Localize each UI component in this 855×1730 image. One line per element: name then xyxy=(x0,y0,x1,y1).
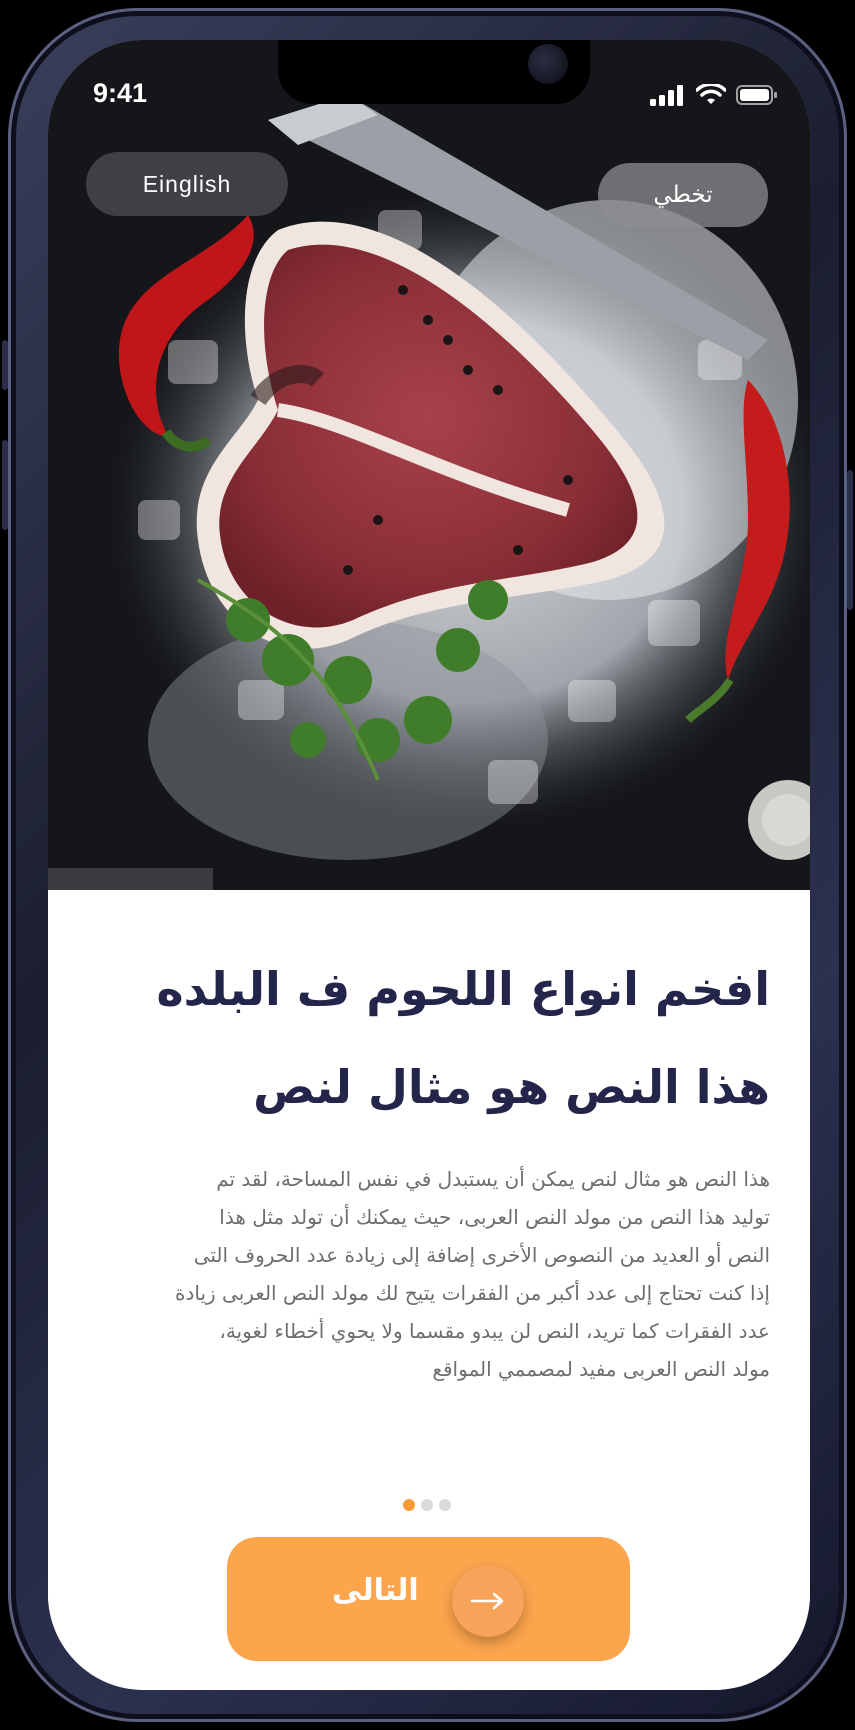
title-line-2: هذا النص هو مثال لنص xyxy=(253,1060,770,1114)
description-line: النص أو العديد من النصوص الأخرى إضافة إل… xyxy=(193,1243,770,1267)
next-button-label: التالى xyxy=(332,1573,419,1608)
front-camera-icon xyxy=(528,44,568,84)
phone-screen: 9:41 Einglish تخطي افخم انواع اللحوم ف ا… xyxy=(48,40,810,1690)
phone-device: 9:41 Einglish تخطي افخم انواع اللحوم ف ا… xyxy=(0,0,855,1730)
description-line: عدد الفقرات كما تريد، النص لن يبدو مقسما… xyxy=(219,1319,770,1343)
battery-icon xyxy=(736,85,777,105)
description-line: هذا النص هو مثال لنص يمكن أن يستبدل في ن… xyxy=(216,1167,770,1191)
next-arrow-button[interactable] xyxy=(452,1565,524,1637)
onboarding-title: افخم انواع اللحوم ف البلده هذا النص هو م… xyxy=(90,940,770,1136)
wifi-icon xyxy=(696,84,726,104)
page-dot[interactable] xyxy=(421,1499,433,1511)
side-button-right xyxy=(847,470,853,610)
language-button[interactable]: Einglish xyxy=(86,152,288,216)
next-button[interactable] xyxy=(227,1537,630,1661)
page-dot[interactable] xyxy=(439,1499,451,1511)
signal-icon xyxy=(650,85,683,106)
side-button-left-2 xyxy=(2,440,8,530)
title-line-1: افخم انواع اللحوم ف البلده xyxy=(156,962,770,1016)
description-line: توليد هذا النص من مولد النص العربى، حيث … xyxy=(219,1205,770,1229)
status-icons xyxy=(650,84,778,106)
status-time: 9:41 xyxy=(93,78,148,108)
onboarding-content: افخم انواع اللحوم ف البلده هذا النص هو م… xyxy=(48,890,810,1690)
page-dot-active[interactable] xyxy=(403,1499,415,1511)
image-corner-shade xyxy=(48,868,213,890)
description-line: إذا كنت تحتاج إلى عدد أكبر من الفقرات يت… xyxy=(174,1281,770,1305)
onboarding-description: هذا النص هو مثال لنص يمكن أن يستبدل في ن… xyxy=(80,1160,770,1388)
description-line: مولد النص العربى مفيد لمصممي المواقع xyxy=(432,1357,770,1381)
side-button-left xyxy=(2,340,8,390)
page-indicator xyxy=(403,1499,451,1511)
camera-notch xyxy=(278,40,590,104)
skip-button[interactable]: تخطي xyxy=(598,163,768,227)
arrow-right-icon xyxy=(470,1592,504,1610)
